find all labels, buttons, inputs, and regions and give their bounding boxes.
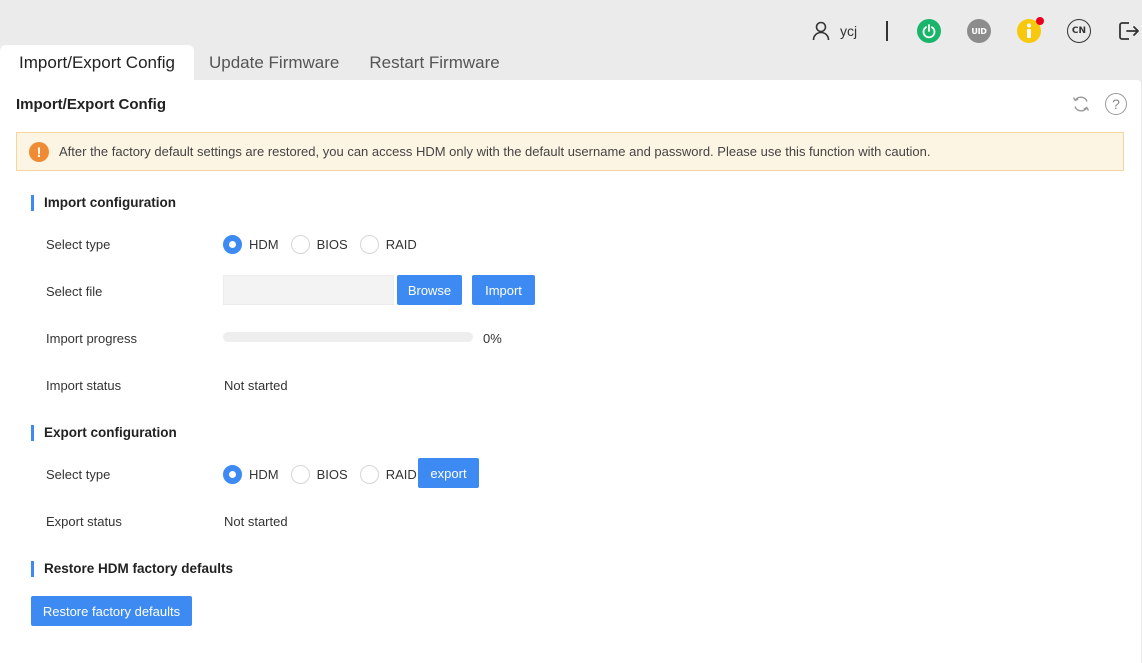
radio-label: RAID bbox=[385, 236, 417, 252]
export-type-radio-group: HDM BIOS RAID bbox=[223, 464, 429, 484]
radio-selected-icon bbox=[223, 464, 242, 484]
language-label: CN bbox=[1071, 26, 1087, 36]
tab-bar: Import/Export Config Update Firmware Res… bbox=[0, 45, 515, 80]
radio-label: RAID bbox=[385, 466, 417, 482]
import-section-title: Import configuration bbox=[31, 195, 176, 211]
uid-label: UID bbox=[971, 26, 987, 36]
language-icon[interactable]: CN bbox=[1067, 19, 1091, 43]
help-icon[interactable]: ? bbox=[1105, 93, 1127, 115]
import-radio-hdm[interactable]: HDM bbox=[223, 234, 279, 254]
radio-empty-icon bbox=[359, 234, 379, 254]
export-select-type-label: Select type bbox=[46, 467, 111, 482]
restore-factory-defaults-button[interactable]: Restore factory defaults bbox=[31, 596, 192, 626]
export-status-value: Not started bbox=[224, 514, 288, 529]
user-menu[interactable]: ycj bbox=[812, 19, 857, 43]
info-icon[interactable] bbox=[1017, 17, 1044, 43]
file-path-input[interactable] bbox=[223, 275, 394, 305]
warning-alert: ! After the factory default settings are… bbox=[16, 132, 1124, 171]
radio-empty-icon bbox=[359, 464, 379, 484]
export-status-label: Export status bbox=[46, 514, 122, 529]
header-divider bbox=[886, 21, 888, 41]
export-radio-bios[interactable]: BIOS bbox=[290, 464, 348, 484]
import-progress-bar bbox=[223, 332, 473, 342]
radio-label: BIOS bbox=[316, 236, 348, 252]
alert-dot bbox=[1036, 17, 1044, 25]
username: ycj bbox=[840, 23, 858, 39]
alert-text: After the factory default settings are r… bbox=[59, 144, 931, 159]
import-status-value: Not started bbox=[224, 378, 288, 393]
power-icon[interactable] bbox=[917, 19, 941, 43]
export-radio-raid[interactable]: RAID bbox=[359, 464, 417, 484]
content-panel: Import/Export Config ? ! After the facto… bbox=[0, 80, 1141, 663]
uid-icon[interactable]: UID bbox=[967, 19, 991, 43]
radio-label: HDM bbox=[249, 236, 279, 252]
select-file-label: Select file bbox=[46, 284, 103, 299]
import-radio-raid[interactable]: RAID bbox=[359, 234, 417, 254]
warning-icon: ! bbox=[29, 141, 49, 162]
refresh-icon[interactable] bbox=[1070, 93, 1092, 115]
import-status-label: Import status bbox=[46, 378, 122, 393]
import-button[interactable]: Import bbox=[472, 275, 535, 305]
browse-button[interactable]: Browse bbox=[397, 275, 462, 305]
tab-update-firmware[interactable]: Update Firmware bbox=[194, 45, 354, 80]
tab-import-export-config[interactable]: Import/Export Config bbox=[0, 45, 194, 80]
page-title: Import/Export Config bbox=[16, 96, 166, 113]
user-icon bbox=[812, 21, 830, 41]
tab-restart-firmware[interactable]: Restart Firmware bbox=[354, 45, 514, 80]
radio-empty-icon bbox=[290, 464, 310, 484]
radio-empty-icon bbox=[290, 234, 310, 254]
export-section-title: Export configuration bbox=[31, 425, 177, 441]
import-progress-text: 0% bbox=[483, 331, 502, 346]
logout-icon[interactable] bbox=[1116, 19, 1140, 43]
import-type-radio-group: HDM BIOS RAID bbox=[223, 234, 429, 254]
import-select-type-label: Select type bbox=[46, 237, 111, 252]
export-radio-hdm[interactable]: HDM bbox=[223, 464, 279, 484]
radio-label: HDM bbox=[249, 466, 279, 482]
radio-selected-icon bbox=[223, 234, 242, 254]
import-radio-bios[interactable]: BIOS bbox=[290, 234, 348, 254]
export-button[interactable]: export bbox=[418, 458, 479, 488]
restore-section-title: Restore HDM factory defaults bbox=[31, 561, 233, 577]
radio-label: BIOS bbox=[316, 466, 348, 482]
import-progress-label: Import progress bbox=[46, 331, 138, 346]
